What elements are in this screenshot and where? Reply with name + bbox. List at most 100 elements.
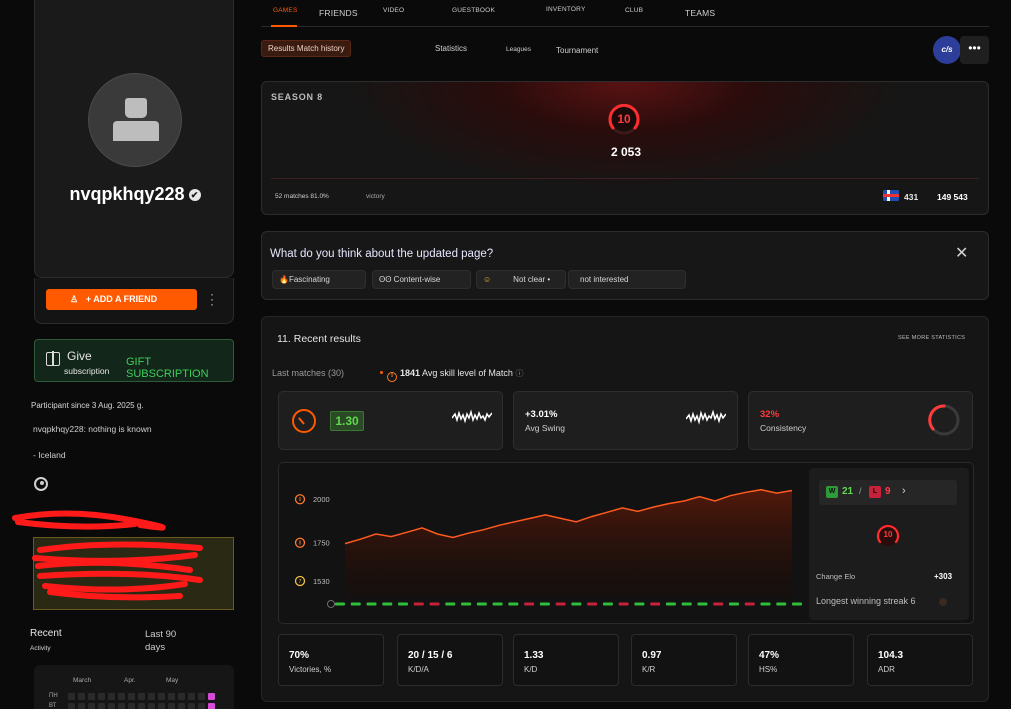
mini-stat-label: Victories, % xyxy=(289,665,332,674)
heatmap-cell[interactable] xyxy=(208,703,215,709)
heatmap-cell[interactable] xyxy=(108,703,115,709)
gift-subscription-box[interactable]: Give subscription GIFT SUBSCRIPTION xyxy=(34,339,234,382)
heatmap-cell[interactable] xyxy=(178,703,185,709)
activity-range[interactable]: Last 90 days xyxy=(145,628,195,654)
heatmap-cell[interactable] xyxy=(158,703,165,709)
subtab-leagues[interactable]: Leagues xyxy=(506,46,531,53)
heatmap-cell[interactable] xyxy=(78,693,85,700)
result-loss-marker[interactable] xyxy=(555,602,566,606)
heatmap-cell[interactable] xyxy=(128,703,135,709)
add-friend-button[interactable]: ♙ + ADD A FRIEND xyxy=(46,289,197,310)
recent-activity-subtitle: Activity xyxy=(30,645,51,652)
heatmap-cell[interactable] xyxy=(158,693,165,700)
gift-subscription-link[interactable]: GIFT SUBSCRIPTION xyxy=(126,356,233,380)
result-win-marker[interactable] xyxy=(335,602,345,606)
feedback-option-fascinating[interactable]: 🔥Fascinating xyxy=(272,270,366,289)
heatmap-cell[interactable] xyxy=(118,703,125,709)
chevron-right-icon[interactable]: › xyxy=(902,485,906,497)
heatmap-cell[interactable] xyxy=(128,693,135,700)
result-win-marker[interactable] xyxy=(476,602,487,606)
result-win-marker[interactable] xyxy=(776,602,787,606)
tab-video[interactable]: VIDEO xyxy=(383,7,404,14)
heatmap-cell[interactable] xyxy=(68,703,75,709)
result-loss-marker[interactable] xyxy=(413,602,424,606)
heatmap-cell[interactable] xyxy=(98,693,105,700)
heatmap-cell[interactable] xyxy=(188,703,195,709)
tab-club[interactable]: CLUB xyxy=(625,7,643,14)
mini-stat-value: 0.97 xyxy=(642,650,662,661)
heatmap-cell[interactable] xyxy=(88,693,95,700)
feedback-option-not-interested[interactable]: not interested xyxy=(568,270,686,289)
result-loss-marker[interactable] xyxy=(618,602,629,606)
consistency-label: Consistency xyxy=(760,423,807,433)
heatmap-cell[interactable] xyxy=(148,693,155,700)
result-loss-marker[interactable] xyxy=(650,602,661,606)
result-win-marker[interactable] xyxy=(792,602,802,606)
heatmap-cell[interactable] xyxy=(108,693,115,700)
heatmap-grid xyxy=(68,693,215,709)
result-win-marker[interactable] xyxy=(508,602,519,606)
result-loss-marker[interactable] xyxy=(429,602,440,606)
result-win-marker[interactable] xyxy=(760,602,771,606)
result-win-marker[interactable] xyxy=(634,602,645,606)
info-icon[interactable] xyxy=(327,600,335,608)
result-win-marker[interactable] xyxy=(382,602,393,606)
heatmap-cell[interactable] xyxy=(88,703,95,709)
consistency-ring xyxy=(928,404,960,436)
heatmap-cell[interactable] xyxy=(118,693,125,700)
country-rank[interactable]: 431 xyxy=(904,192,918,202)
result-win-marker[interactable] xyxy=(492,602,503,606)
heatmap-cell[interactable] xyxy=(208,693,215,700)
feedback-option-not-clear[interactable]: ☺ Not clear • xyxy=(476,270,566,289)
heatmap-cell[interactable] xyxy=(198,693,205,700)
heatmap-cell[interactable] xyxy=(138,703,145,709)
more-button[interactable]: ••• xyxy=(960,36,989,64)
result-win-marker[interactable] xyxy=(445,602,456,606)
last-matches-label[interactable]: Last matches (30) xyxy=(272,368,344,378)
heatmap-cell[interactable] xyxy=(138,693,145,700)
result-loss-marker[interactable] xyxy=(587,602,598,606)
result-win-marker[interactable] xyxy=(681,602,692,606)
heatmap-cell[interactable] xyxy=(198,703,205,709)
result-loss-marker[interactable] xyxy=(744,602,755,606)
heatmap-cell[interactable] xyxy=(178,693,185,700)
subtab-statistics[interactable]: Statistics xyxy=(435,44,467,53)
result-loss-marker[interactable] xyxy=(524,602,535,606)
heatmap-cell[interactable] xyxy=(168,693,175,700)
tab-games[interactable]: GAMES xyxy=(273,7,297,14)
result-win-marker[interactable] xyxy=(366,602,377,606)
info-icon[interactable]: ⓘ xyxy=(515,369,523,378)
tab-friends[interactable]: FRIENDS xyxy=(319,8,358,18)
result-win-marker[interactable] xyxy=(602,602,613,606)
heatmap-cell[interactable] xyxy=(68,693,75,700)
result-win-marker[interactable] xyxy=(398,602,409,606)
result-win-marker[interactable] xyxy=(728,602,739,606)
heatmap-cell[interactable] xyxy=(188,693,195,700)
result-loss-marker[interactable] xyxy=(713,602,724,606)
tab-guestbook[interactable]: GUESTBOOK xyxy=(452,7,495,14)
subtab-match-history[interactable]: Results Match history xyxy=(261,40,352,57)
win-loss-summary[interactable]: W 21 / L 9 › xyxy=(819,480,957,505)
heatmap-cell[interactable] xyxy=(168,703,175,709)
heatmap-cell[interactable] xyxy=(148,703,155,709)
more-options-icon[interactable]: · · · xyxy=(210,288,214,310)
tab-inventory[interactable]: INVENTORY xyxy=(546,6,586,13)
cs-logo-icon[interactable]: c/s xyxy=(933,36,961,64)
feedback-option-content[interactable]: ʘʘ Content-wise xyxy=(372,270,471,289)
close-icon[interactable]: ✕ xyxy=(955,243,968,263)
result-win-marker[interactable] xyxy=(461,602,472,606)
see-more-statistics-link[interactable]: SEE MORE STATISTICS xyxy=(898,335,965,341)
result-win-marker[interactable] xyxy=(697,602,708,606)
subtab-tournament[interactable]: Tournament xyxy=(556,46,598,55)
result-win-marker[interactable] xyxy=(539,602,550,606)
avatar[interactable] xyxy=(88,73,182,167)
steam-icon[interactable] xyxy=(34,477,48,491)
world-rank[interactable]: 149 543 xyxy=(937,192,968,202)
heatmap-cell[interactable] xyxy=(78,703,85,709)
consistency-card: 32% Consistency xyxy=(748,391,973,450)
result-win-marker[interactable] xyxy=(571,602,582,606)
result-win-marker[interactable] xyxy=(665,602,676,606)
tab-teams[interactable]: TEAMS xyxy=(685,8,715,18)
result-win-marker[interactable] xyxy=(350,602,361,606)
heatmap-cell[interactable] xyxy=(98,703,105,709)
